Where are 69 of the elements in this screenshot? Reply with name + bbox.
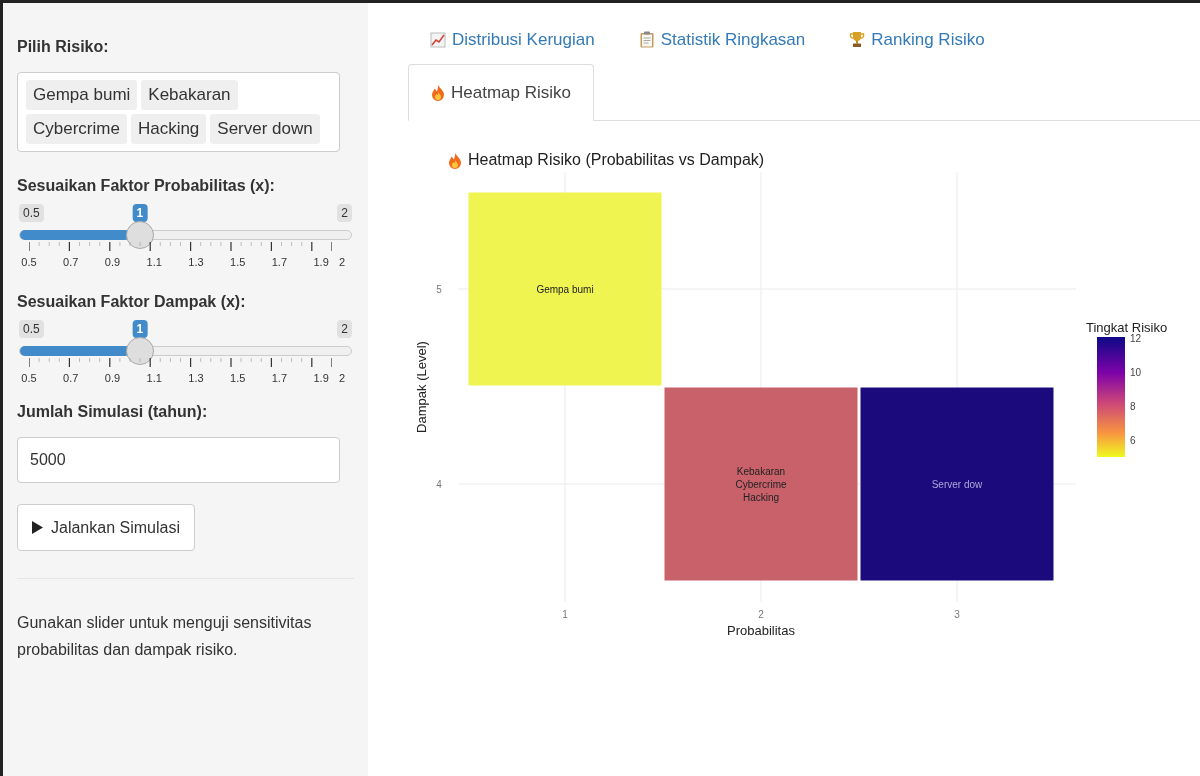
slider-tick-label: 0.7 — [63, 371, 79, 386]
tab[interactable]: Heatmap Risiko — [408, 64, 594, 121]
run-simulation-button[interactable]: Jalankan Simulasi — [17, 504, 195, 551]
tile-label: Hacking — [742, 492, 780, 503]
slider-tick-label: 1.3 — [188, 371, 204, 386]
tile-label: Server dow — [931, 479, 983, 490]
slider-tick-label: 1.5 — [230, 255, 246, 270]
slider-value-label: 1 — [132, 320, 148, 338]
play-icon — [32, 521, 43, 534]
risk-tag[interactable]: Hacking — [130, 114, 207, 144]
slider-max-label: 2 — [337, 320, 352, 338]
slider-min-label: 0.5 — [19, 204, 44, 222]
x-tick-label: 2 — [758, 609, 764, 620]
flame-icon — [431, 84, 445, 101]
slider-min-label: 0.5 — [19, 320, 44, 338]
help-text: Gunakan slider untuk menguji sensitivitas probabilitas dan dampak risiko. — [17, 613, 313, 660]
slider-label: Sesuaikan Faktor Probabilitas (x): — [17, 176, 276, 196]
x-axis-title: Probabilitas — [727, 623, 795, 638]
y-tick-label: 4 — [436, 479, 442, 490]
legend-tick-label: 6 — [1130, 435, 1136, 446]
slider-tick-label: 1.3 — [188, 255, 204, 270]
slider-track[interactable] — [19, 230, 352, 240]
slider-tick-label: 2 — [338, 255, 346, 270]
slider-tick-label: 0.9 — [104, 255, 121, 270]
field-label: Pilih Risiko: — [17, 37, 110, 57]
tab[interactable]: Ranking Risiko — [827, 17, 1007, 62]
slider-tick-label: 0.9 — [104, 371, 121, 386]
tile-label: Kebakaran — [736, 466, 786, 477]
clipboard-icon — [638, 31, 655, 48]
trophy-icon — [849, 31, 866, 48]
slider-track[interactable] — [19, 346, 352, 356]
slider-tick-label: 2 — [338, 371, 346, 386]
risk-tag[interactable]: Cybercrime — [26, 114, 127, 144]
legend-tick-label: 12 — [1130, 333, 1142, 344]
slider-tick-label: 1.7 — [271, 255, 288, 270]
x-tick-label: 3 — [954, 609, 960, 620]
slider-tick-label: 1.9 — [313, 255, 329, 270]
slider-tick-label: 1.7 — [271, 371, 288, 386]
number-input[interactable]: 5000 — [17, 437, 340, 483]
slider-tick-label: 0.5 — [21, 371, 37, 386]
slider-tick-label: 0.5 — [21, 255, 37, 270]
flame-icon — [448, 151, 462, 169]
legend-title: Tingkat Risiko — [1086, 320, 1168, 335]
slider-tick-label: 1.1 — [146, 371, 162, 386]
risk-multiselect[interactable]: Gempa bumi Kebakaran Cybercrime Hacking Server down — [17, 72, 340, 152]
tab[interactable]: Distribusi Kerugian — [408, 17, 617, 62]
legend-tick-label: 10 — [1130, 367, 1142, 378]
field-label: Jumlah Simulasi (tahun): — [17, 402, 209, 422]
slider-tick-label: 1.5 — [230, 371, 246, 386]
risk-tag[interactable]: Kebakaran — [141, 80, 238, 110]
y-tick-label: 5 — [436, 284, 442, 295]
slider-value-label: 1 — [132, 204, 148, 222]
x-tick-label: 1 — [562, 609, 568, 620]
tab[interactable]: Statistik Ringkasan — [616, 17, 828, 62]
chart-title: Heatmap Risiko (Probabilitas vs Dampak) — [468, 150, 765, 170]
risk-tag[interactable]: Server down — [210, 114, 320, 144]
slider-thumb[interactable] — [125, 337, 154, 365]
slider-max-label: 2 — [337, 204, 352, 222]
slider-thumb[interactable] — [125, 221, 154, 249]
tile-label: Gempa bumi — [536, 284, 594, 295]
tile-label: Cybercrime — [735, 479, 787, 490]
legend-tick-label: 8 — [1130, 401, 1136, 412]
slider-tick-label: 0.7 — [63, 255, 79, 270]
y-axis-title: Dampak (Level) — [414, 341, 429, 433]
slider-tick-label: 1.9 — [313, 371, 329, 386]
slider-label: Sesuaikan Faktor Dampak (x): — [17, 292, 247, 312]
risk-tag[interactable]: Gempa bumi — [26, 80, 138, 110]
slider-tick-label: 1.1 — [146, 255, 162, 270]
line-chart-icon — [430, 31, 446, 48]
